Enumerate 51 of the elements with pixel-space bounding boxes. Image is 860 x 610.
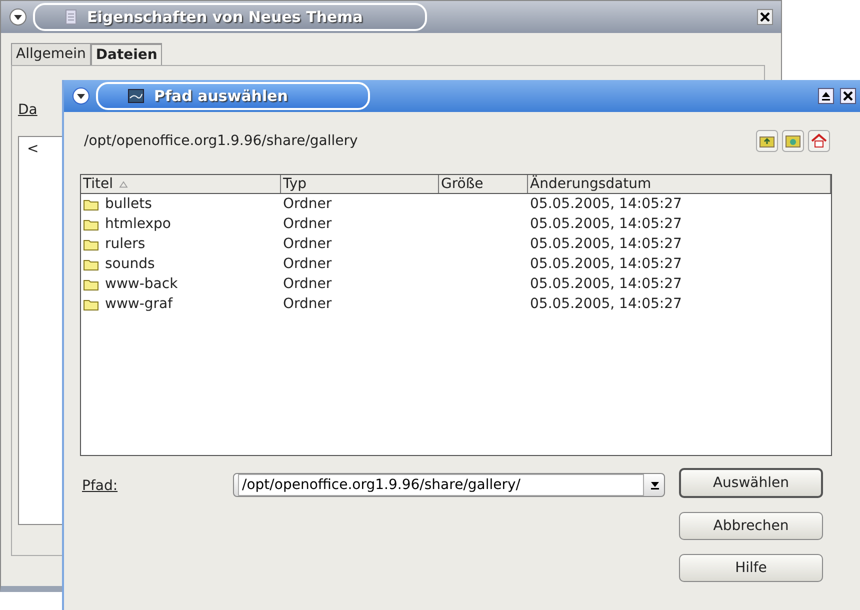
table-cell-text: Ordner xyxy=(282,216,333,232)
dialog-button[interactable]: Abbrechen xyxy=(679,512,823,540)
folder-icon xyxy=(83,258,99,270)
file-name-cell[interactable]: rulers xyxy=(81,236,281,252)
column-header[interactable]: Größe xyxy=(439,175,528,193)
file-name-cell[interactable]: sounds xyxy=(81,256,281,272)
table-cell-text: Ordner xyxy=(282,196,333,212)
image-icon xyxy=(128,89,144,103)
document-icon xyxy=(65,9,77,25)
path-combobox[interactable]: /opt/openoffice.org1.9.96/share/gallery/ xyxy=(233,473,665,497)
folder-up-icon[interactable] xyxy=(756,130,778,152)
folder-icon xyxy=(83,298,99,310)
table-cell-text: 05.05.2005, 14:05:27 xyxy=(529,276,683,292)
file-name-cell[interactable]: bullets xyxy=(81,196,281,212)
window-title: Eigenschaften von Neues Thema xyxy=(33,3,427,31)
table-cell-text: 05.05.2005, 14:05:27 xyxy=(529,196,683,212)
table-cell-text: 05.05.2005, 14:05:27 xyxy=(529,296,683,312)
column-header[interactable]: Änderungsdatum xyxy=(528,175,831,193)
folder-icon xyxy=(83,278,99,290)
path-label: Pfad: xyxy=(81,477,119,494)
folder-icon xyxy=(83,198,99,210)
table-cell-text: 05.05.2005, 14:05:27 xyxy=(529,216,683,232)
close-icon[interactable] xyxy=(757,9,773,25)
home-icon[interactable] xyxy=(808,130,830,152)
shade-icon[interactable] xyxy=(818,88,834,104)
sort-arrow-icon xyxy=(119,180,128,188)
table-cell-text: Ordner xyxy=(282,256,333,272)
column-header[interactable]: Titel xyxy=(81,175,281,193)
folder-icon[interactable] xyxy=(782,130,804,152)
tab[interactable]: Allgemein xyxy=(11,43,91,65)
table-cell-text: 05.05.2005, 14:05:27 xyxy=(529,236,683,252)
file-name-cell[interactable]: www-graf xyxy=(81,296,281,312)
table-cell-text: Ordner xyxy=(282,276,333,292)
table-cell-text: 05.05.2005, 14:05:27 xyxy=(529,256,683,272)
tab[interactable]: Dateien xyxy=(90,43,162,65)
dropdown-icon[interactable] xyxy=(650,480,660,490)
folder-icon xyxy=(83,218,99,230)
current-path: /opt/openoffice.org1.9.96/share/gallery xyxy=(83,133,358,149)
folder-icon xyxy=(83,238,99,250)
file-name-cell[interactable]: htmlexpo xyxy=(81,216,281,232)
column-header[interactable]: Typ xyxy=(281,175,439,193)
window-title: Pfad auswählen xyxy=(96,82,370,110)
dialog-button[interactable]: Auswählen xyxy=(679,468,823,498)
close-icon[interactable] xyxy=(840,88,856,104)
field-label: Da xyxy=(18,102,38,118)
dialog-button[interactable]: Hilfe xyxy=(679,554,823,582)
table-cell-text: Ordner xyxy=(282,236,333,252)
menu-icon[interactable] xyxy=(9,8,27,26)
table-cell-text: Ordner xyxy=(282,296,333,312)
menu-icon[interactable] xyxy=(72,87,90,105)
file-name-cell[interactable]: www-back xyxy=(81,276,281,292)
